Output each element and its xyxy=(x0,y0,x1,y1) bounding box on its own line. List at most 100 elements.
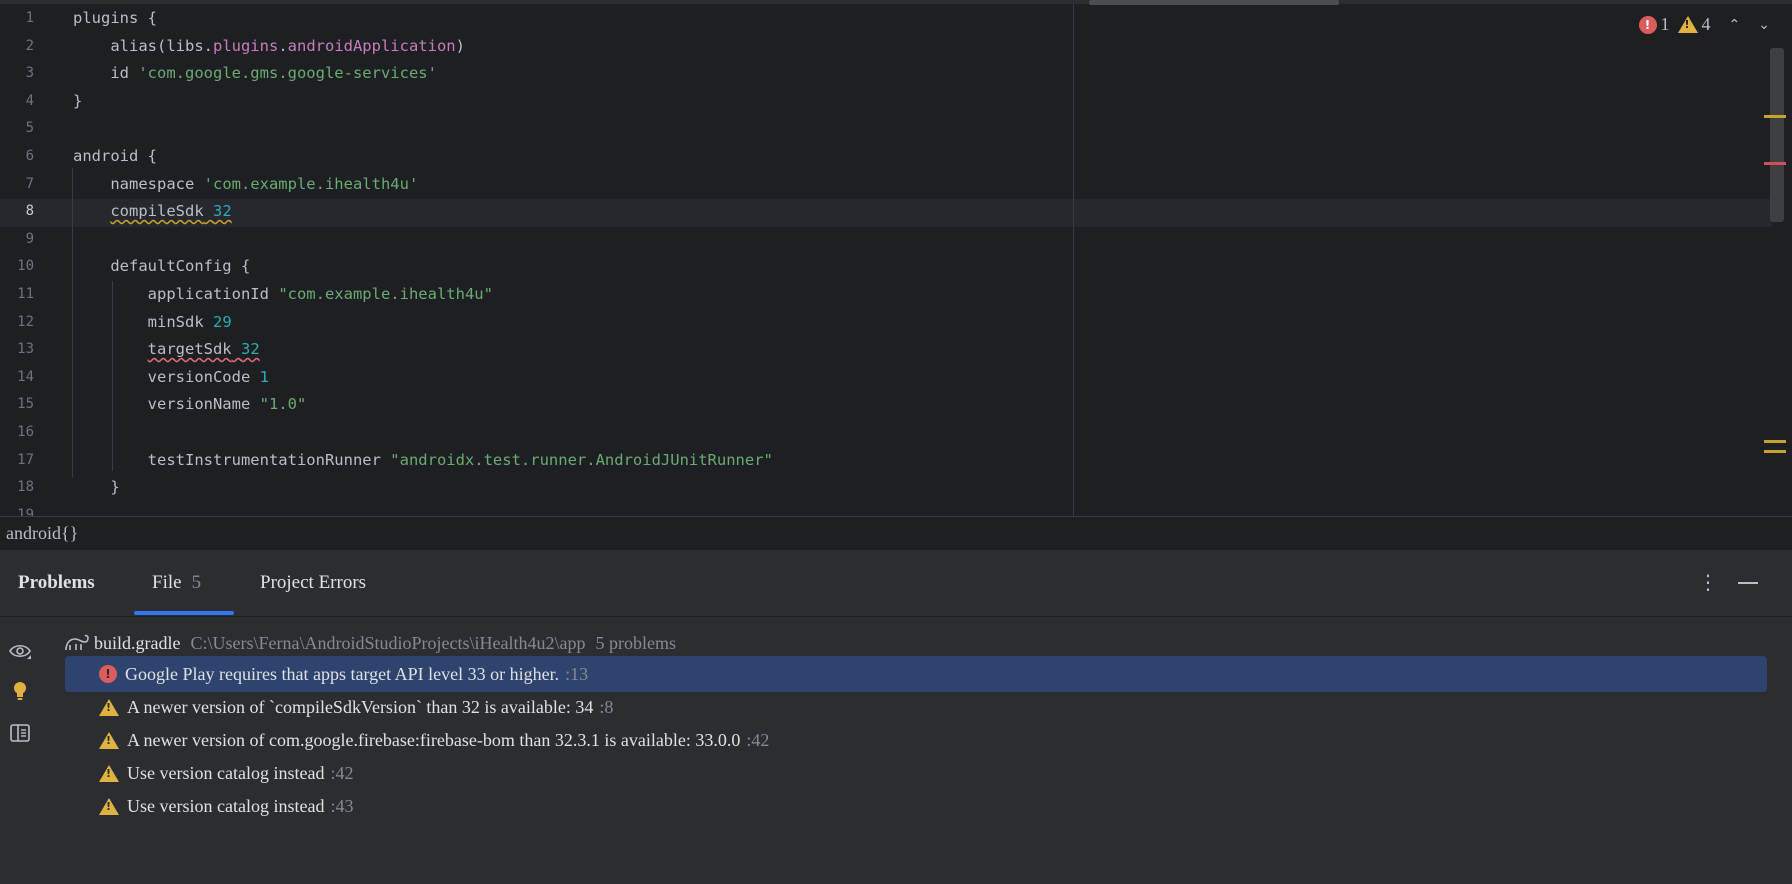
problem-row[interactable]: A newer version of `compileSdkVersion` t… xyxy=(65,689,1767,725)
code-text[interactable]: targetSdk 32 xyxy=(73,340,260,358)
code-token: namespace xyxy=(73,174,204,193)
line-number: 11 xyxy=(17,285,34,302)
error-count-indicator[interactable]: ! 1 xyxy=(1638,14,1670,35)
file-name: build.gradle xyxy=(94,632,181,653)
warning-icon xyxy=(99,698,119,716)
code-text[interactable]: versionName "1.0" xyxy=(73,395,307,413)
problem-row[interactable]: A newer version of com.google.firebase:f… xyxy=(65,722,1767,758)
code-line[interactable]: 15 versionName "1.0" xyxy=(0,392,1772,420)
code-line[interactable]: 13 targetSdk 32 xyxy=(0,337,1772,365)
warning-stripe-marker[interactable] xyxy=(1764,450,1786,453)
code-token: 'com.google.gms.google-services' xyxy=(138,64,437,83)
warning-stripe-marker[interactable] xyxy=(1764,115,1786,118)
code-text[interactable]: alias(libs.plugins.androidApplication) xyxy=(73,37,465,55)
tab-project-errors[interactable]: Project Errors xyxy=(260,572,366,594)
code-line[interactable]: 18 } xyxy=(0,475,1772,503)
gradle-icon xyxy=(65,634,89,651)
chevron-down-icon[interactable]: ⌄ xyxy=(1758,17,1770,33)
code-token: plugins xyxy=(212,36,279,55)
warning-count-indicator[interactable]: 4 xyxy=(1677,14,1711,35)
code-editor[interactable]: 1 plugins {2 alias(libs.plugins.androidAp… xyxy=(0,0,1792,516)
code-line[interactable]: 10 defaultConfig { xyxy=(0,254,1772,282)
code-line[interactable]: 16 xyxy=(0,420,1772,448)
code-line[interactable]: 19 xyxy=(0,503,1772,516)
problem-row[interactable]: Use version catalog instead:42 xyxy=(65,755,1767,791)
line-number: 12 xyxy=(17,313,34,330)
code-text[interactable]: plugins { xyxy=(73,9,157,27)
line-number: 2 xyxy=(25,37,34,54)
problem-row[interactable]: ! Google Play requires that apps target A… xyxy=(65,656,1767,692)
code-token: ) xyxy=(455,36,465,55)
code-text[interactable]: } xyxy=(73,92,82,110)
code-text[interactable]: android { xyxy=(73,147,157,165)
warning-icon xyxy=(99,797,119,815)
code-token: minSdk xyxy=(73,312,213,331)
line-number: 6 xyxy=(25,147,34,164)
code-text[interactable]: id 'com.google.gms.google-services' xyxy=(73,64,437,82)
problem-location: :13 xyxy=(565,663,589,684)
code-line[interactable]: 14 versionCode 1 xyxy=(0,365,1772,393)
file-node[interactable]: build.gradle C:\Users\Ferna\AndroidStudi… xyxy=(64,629,676,657)
inspection-widget[interactable]: ! 1 4 ⌃ ⌄ xyxy=(1638,14,1770,35)
code-line[interactable]: 4} xyxy=(0,89,1772,117)
code-line[interactable]: 3 id 'com.google.gms.google-services' xyxy=(0,61,1772,89)
code-token: androidApplication xyxy=(287,36,456,55)
chevron-up-icon[interactable]: ⌃ xyxy=(1729,17,1741,33)
line-number: 18 xyxy=(17,479,34,496)
preview-icon[interactable] xyxy=(8,721,32,745)
code-line[interactable]: 12 minSdk 29 xyxy=(0,310,1772,338)
warning-stripe-marker[interactable] xyxy=(1764,440,1786,443)
line-number: 10 xyxy=(17,258,34,275)
code-token: 32 xyxy=(213,202,232,221)
code-text[interactable]: testInstrumentationRunner "androidx.test… xyxy=(73,451,773,469)
error-icon: ! xyxy=(1638,15,1657,34)
more-options-icon[interactable]: ⋮ xyxy=(1698,570,1718,594)
line-number: 4 xyxy=(25,92,34,109)
problems-panel: Problems File 5 Project Errors ⋮ build.g… xyxy=(0,550,1792,884)
code-line[interactable]: 8 compileSdk 32 xyxy=(0,199,1772,227)
problem-location: :42 xyxy=(330,762,354,783)
code-text[interactable]: namespace 'com.example.ihealth4u' xyxy=(73,175,418,193)
code-line[interactable]: 1 plugins { xyxy=(0,6,1772,34)
problem-location: :42 xyxy=(746,729,770,750)
problem-text: A newer version of com.google.firebase:f… xyxy=(127,729,741,750)
code-text[interactable]: } xyxy=(73,478,120,497)
code-lines[interactable]: 1 plugins {2 alias(libs.plugins.androidAp… xyxy=(0,6,1772,516)
tab-file[interactable]: File 5 xyxy=(152,572,201,594)
horizontal-scrollbar[interactable] xyxy=(1089,0,1339,5)
code-token: compileSdk xyxy=(110,202,204,221)
line-number: 3 xyxy=(25,65,34,82)
breadcrumb[interactable]: android{} xyxy=(6,523,78,544)
code-line[interactable]: 11 applicationId "com.example.ihealth4u" xyxy=(0,282,1772,310)
problem-row[interactable]: Use version catalog instead:43 xyxy=(65,788,1767,824)
code-text[interactable]: applicationId "com.example.ihealth4u" xyxy=(73,285,493,303)
code-line[interactable]: 5 xyxy=(0,116,1772,144)
minimize-icon[interactable] xyxy=(1738,582,1758,584)
eye-icon[interactable] xyxy=(8,639,32,663)
code-token: defaultConfig { xyxy=(73,257,251,276)
code-token: id xyxy=(73,64,139,83)
code-text[interactable]: versionCode 1 xyxy=(73,368,269,386)
warning-icon xyxy=(99,731,119,749)
active-tab-indicator xyxy=(134,611,234,615)
code-token: 1 xyxy=(259,367,269,386)
code-token: } xyxy=(73,478,120,497)
code-text[interactable]: defaultConfig { xyxy=(73,257,250,275)
code-line[interactable]: 7 namespace 'com.example.ihealth4u' xyxy=(0,172,1772,200)
indent-guide xyxy=(72,168,73,478)
lightbulb-icon[interactable] xyxy=(8,679,32,703)
code-line[interactable]: 9 xyxy=(0,227,1772,255)
code-text[interactable]: compileSdk 32 xyxy=(73,202,232,221)
vertical-scrollbar[interactable] xyxy=(1770,48,1784,222)
code-line[interactable]: 6 android { xyxy=(0,144,1772,172)
code-text[interactable]: minSdk 29 xyxy=(73,313,232,331)
problem-text: Use version catalog instead xyxy=(127,762,325,783)
code-token: alias(libs. xyxy=(73,36,213,55)
line-number: 8 xyxy=(25,203,34,220)
error-stripe-marker[interactable] xyxy=(1764,162,1786,165)
code-token: "androidx.test.runner.AndroidJUnitRunner… xyxy=(390,450,773,469)
code-line[interactable]: 17 testInstrumentationRunner "androidx.t… xyxy=(0,448,1772,476)
code-token: 29 xyxy=(212,312,232,331)
code-line[interactable]: 2 alias(libs.plugins.androidApplication) xyxy=(0,34,1772,62)
